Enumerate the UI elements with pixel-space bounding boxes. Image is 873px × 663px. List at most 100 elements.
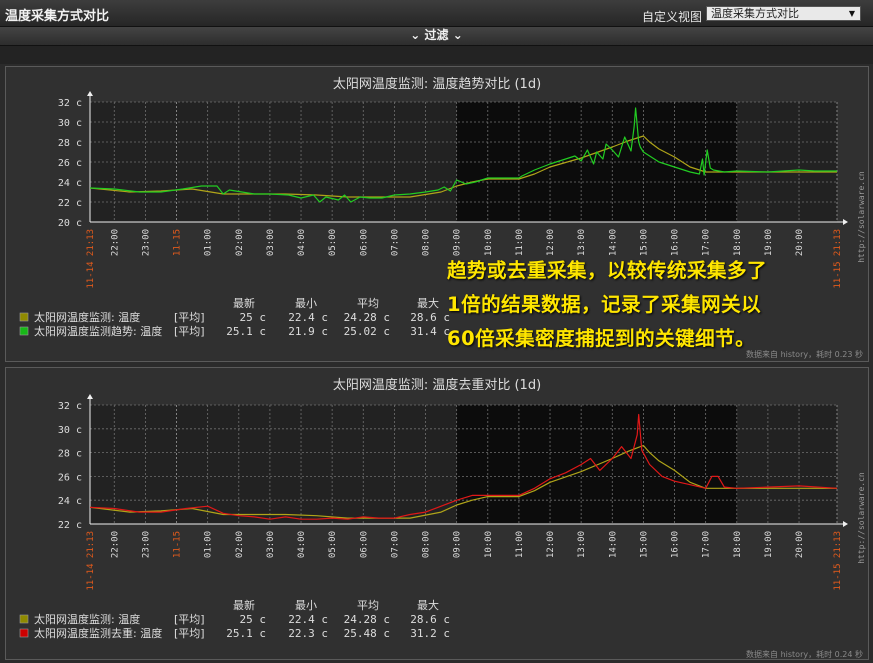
legend-series-name: 太阳网温度监测: 温度 [34, 310, 140, 324]
y-tick-label: 24 c [58, 496, 82, 507]
legend-stat-value: 21.9 c [288, 325, 328, 338]
legend-stat-value: 22.3 c [288, 627, 328, 640]
chart-title: 太阳网温度监测: 温度去重对比 (1d) [333, 377, 541, 393]
x-tick-label: 05:00 [328, 531, 338, 558]
chevron-down-icon: ▼ [848, 9, 855, 18]
x-tick-label: 19:00 [764, 229, 774, 256]
x-axis-arrow-icon [843, 521, 848, 527]
legend-stat-value: 24.28 c [344, 311, 390, 324]
x-tick-label: 03:00 [266, 229, 276, 256]
x-tick-label: 23:00 [141, 531, 151, 558]
double-chevron-down-icon: ⌄ [410, 28, 421, 42]
legend-stat-value: 22.4 c [288, 311, 328, 324]
filter-toggle-button[interactable]: ⌄ 过滤 ⌄ [410, 27, 463, 44]
date-label: 11-14 21:13 [86, 229, 96, 289]
dedup-comparison-chart: 太阳网温度监测: 温度去重对比 (1d) 22 c 24 c 26 c 28 c 30 c… [19, 377, 866, 659]
x-axis-arrow-icon [843, 219, 848, 225]
legend-stat-value: 25.02 c [344, 325, 390, 338]
x-tick-label: 20:00 [795, 531, 805, 558]
x-tick-label: 17:00 [702, 531, 712, 558]
y-axis-arrow-icon [87, 91, 93, 96]
x-tick-label: 01:00 [204, 229, 214, 256]
custom-view-selected-value: 温度采集方式对比 [711, 7, 799, 20]
x-tick-label: 08:00 [422, 229, 432, 256]
x-tick-label: 23:00 [141, 229, 151, 256]
y-axis-arrow-icon [87, 394, 93, 399]
y-tick-label: 32 c [58, 401, 82, 412]
x-tick-label: 06:00 [359, 229, 369, 256]
annotation-line: 60倍采集密度捕捉到的关键细节。 [447, 327, 756, 350]
legend-stat-value: 22.4 c [288, 613, 328, 626]
x-tick-label: 14:00 [608, 229, 618, 256]
legend-stat-value: 24.28 c [344, 613, 390, 626]
x-tick-label: 11:00 [515, 531, 525, 558]
x-tick-label: 15:00 [639, 229, 649, 256]
y-tick-label: 28 c [58, 138, 82, 149]
y-tick-label: 32 c [58, 98, 82, 109]
legend-stat-value: 25 c [240, 311, 267, 324]
x-tick-label: 10:00 [484, 229, 494, 256]
y-tick-label: 20 c [58, 218, 82, 229]
annotation-overlay: 趋势或去重采集，以较传统采集多了 1倍的结果数据，记录了采集网关以 60倍采集密… [447, 254, 842, 356]
legend-header: 平均 [357, 599, 379, 612]
legend-series-func: [平均] [174, 325, 205, 338]
y-tick-label: 22 c [58, 520, 82, 531]
legend-header: 最新 [233, 296, 255, 310]
date-label: 11-15 21:13 [833, 531, 843, 591]
legend-stat-value: 31.4 c [410, 325, 450, 338]
date-label: 11-14 21:13 [86, 531, 96, 591]
annotation-line: 1倍的结果数据，记录了采集网关以 [447, 293, 762, 316]
x-tick-label: 22:00 [110, 531, 120, 558]
x-tick-label: 05:00 [328, 229, 338, 256]
x-tick-label: 18:00 [733, 531, 743, 558]
legend-series-func: [平均] [174, 613, 205, 626]
filter-bar: ⌄ 过滤 ⌄ [0, 27, 873, 46]
x-tick-label: 09:00 [453, 229, 463, 256]
custom-view-select[interactable]: 温度采集方式对比 ▼ [706, 6, 861, 21]
x-tick-label: 17:00 [702, 229, 712, 256]
x-tick-label: 06:00 [359, 531, 369, 558]
legend-header: 平均 [357, 297, 379, 310]
legend-header: 最小 [295, 297, 317, 310]
x-tick-label: 20:00 [795, 229, 805, 256]
x-tick-label: 18:00 [733, 229, 743, 256]
legend-stat-value: 25.1 c [226, 627, 266, 640]
x-tick-label: 14:00 [608, 531, 618, 558]
legend-stat-value: 28.6 c [410, 613, 450, 626]
x-tick-label: 10:00 [484, 531, 494, 558]
y-tick-label: 30 c [58, 118, 82, 129]
page-header: 温度采集方式对比 自定义视图 温度采集方式对比 ▼ [0, 0, 873, 27]
legend-series-name: 太阳网温度监测去重: 温度 [34, 626, 162, 640]
y-tick-label: 26 c [58, 472, 82, 483]
chart-title: 太阳网温度监测: 温度趋势对比 (1d) [333, 76, 541, 92]
legend-header: 最小 [295, 599, 317, 612]
legend-stat-value: 28.6 c [410, 311, 450, 324]
legend-header: 最新 [233, 598, 255, 612]
page-title: 温度采集方式对比 [5, 9, 110, 24]
date-label: 11-15 [173, 531, 183, 558]
spacer [0, 46, 873, 64]
legend-header: 最大 [417, 296, 439, 310]
annotation-line: 趋势或去重采集，以较传统采集多了 [447, 259, 768, 282]
y-tick-label: 24 c [58, 178, 82, 189]
legend-swatch [19, 312, 29, 322]
x-tick-label: 03:00 [266, 531, 276, 558]
y-tick-label: 26 c [58, 158, 82, 169]
x-tick-label: 04:00 [297, 531, 307, 558]
x-tick-label: 13:00 [577, 531, 587, 558]
legend-series-name: 太阳网温度监测: 温度 [34, 612, 140, 626]
double-chevron-down-icon: ⌄ [452, 28, 463, 42]
x-tick-label: 01:00 [204, 531, 214, 558]
legend-header: 最大 [417, 598, 439, 612]
graph-panel-dedup: 太阳网温度监测: 温度去重对比 (1d) 22 c 24 c 26 c 28 c 30 c… [5, 367, 869, 660]
x-tick-label: 11:00 [515, 229, 525, 256]
legend-series-func: [平均] [174, 311, 205, 324]
custom-view-label: 自定义视图 [642, 10, 703, 24]
y-tick-label: 22 c [58, 198, 82, 209]
x-tick-label: 13:00 [577, 229, 587, 256]
legend-swatch [19, 628, 29, 638]
y-tick-label: 30 c [58, 425, 82, 436]
legend-swatch [19, 326, 29, 336]
legend-stat-value: 25.1 c [226, 325, 266, 338]
footer-note: 数据来自 history，耗时 0.24 秒 [746, 649, 863, 659]
